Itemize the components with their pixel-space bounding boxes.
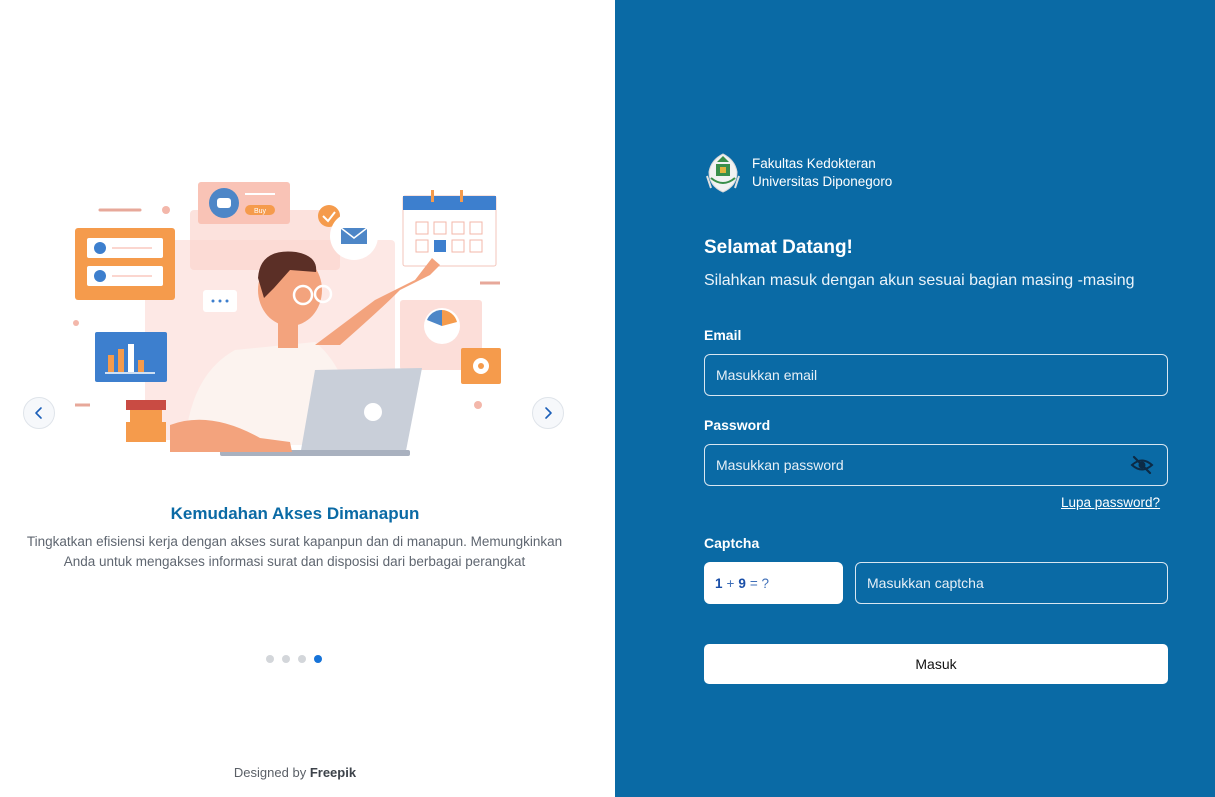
slide-title: Kemudahan Akses Dimanapun <box>170 504 420 523</box>
carousel-dot[interactable] <box>282 655 290 663</box>
institution-line1: Fakultas Kedokteran <box>752 156 876 171</box>
carousel-dot[interactable] <box>314 655 322 663</box>
carousel-dot[interactable] <box>298 655 306 663</box>
password-field[interactable] <box>704 444 1168 486</box>
carousel-prev-button[interactable] <box>23 397 55 429</box>
captcha-operator: + <box>726 575 735 591</box>
institution-name: Fakultas Kedokteran Universitas Diponego… <box>752 155 892 191</box>
university-crest-icon <box>706 153 740 193</box>
forgot-password-link[interactable]: Lupa password? <box>1061 495 1160 510</box>
carousel-pagination <box>266 655 322 663</box>
eye-off-icon[interactable] <box>1130 454 1154 476</box>
work-anywhere-illustration: Buy <box>73 182 501 456</box>
email-field[interactable] <box>704 354 1168 396</box>
login-panel: Fakultas Kedokteran Universitas Diponego… <box>615 0 1215 797</box>
captcha-label: Captcha <box>704 535 760 551</box>
welcome-heading: Selamat Datang! <box>704 237 853 258</box>
institution-line2: Universitas Diponegoro <box>752 174 893 189</box>
captcha-suffix: = ? <box>749 575 770 591</box>
captcha-question: 1 + 9 = ? <box>704 562 843 604</box>
buy-tag-label: Buy <box>254 208 267 215</box>
carousel-panel: Buy Kemudahan Akses Dimanapun Tingkatkan… <box>0 0 615 797</box>
design-credit: Designed by Freepik <box>0 765 590 780</box>
credit-prefix: Designed by <box>233 765 307 780</box>
email-label: Email <box>704 327 742 343</box>
login-button[interactable]: Masuk <box>704 644 1168 684</box>
slide-description: Tingkatkan efisiensi kerja dengan akses … <box>26 534 563 569</box>
captcha-operand-a: 1 <box>715 575 723 591</box>
carousel-dot[interactable] <box>266 655 274 663</box>
captcha-field[interactable] <box>855 562 1168 604</box>
chevron-left-icon <box>35 407 42 419</box>
captcha-operand-b: 9 <box>738 575 746 591</box>
password-label: Password <box>704 417 771 433</box>
carousel-next-button[interactable] <box>532 397 564 429</box>
credit-brand: Freepik <box>309 765 357 780</box>
chevron-right-icon <box>545 407 552 419</box>
login-subtitle: Silahkan masuk dengan akun sesuai bagian… <box>704 272 1135 289</box>
